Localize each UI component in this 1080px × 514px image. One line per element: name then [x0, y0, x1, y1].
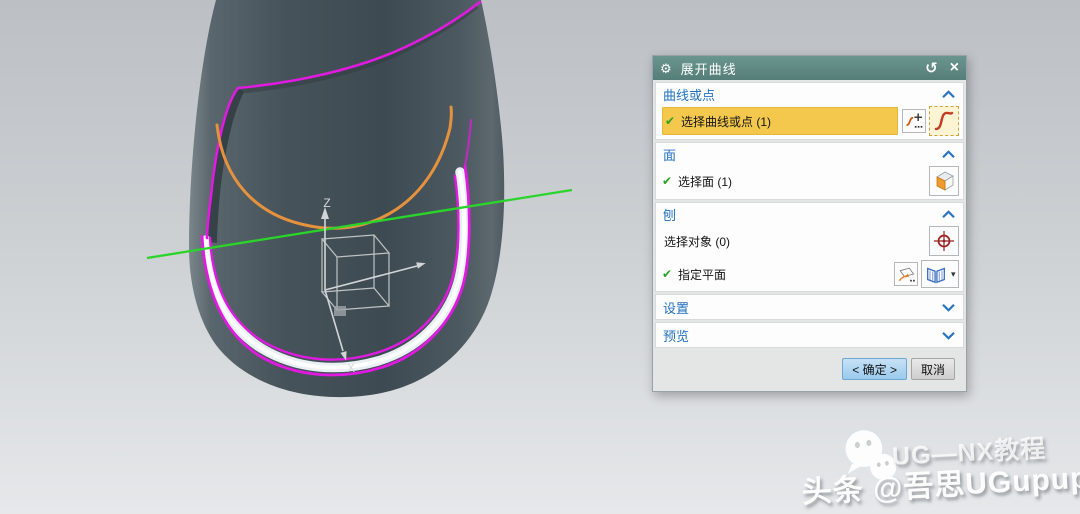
chevron-down-icon[interactable]	[941, 302, 956, 313]
chevron-up-icon[interactable]	[941, 149, 956, 160]
section-header-plane[interactable]: 刨	[656, 203, 963, 225]
section-settings: 设置	[655, 294, 964, 320]
row-label: 指定平面	[678, 267, 727, 282]
row-label: 选择曲线或点 (1)	[681, 114, 772, 129]
dialog-menu-gear-icon[interactable]: ⚙	[660, 62, 672, 75]
check-icon: ✔	[665, 114, 676, 128]
section-title: 曲线或点	[663, 87, 716, 103]
plane-type-dropdown[interactable]: ▾	[921, 260, 959, 288]
chevron-down-icon[interactable]	[941, 330, 956, 341]
row-label: 选择对象 (0)	[664, 234, 731, 249]
chevron-up-icon[interactable]	[941, 209, 956, 220]
check-icon: ✔	[662, 174, 673, 188]
cube-face-icon	[936, 171, 954, 191]
add-new-set-button[interactable]	[902, 109, 926, 133]
dialog-footer: < 确定 > 取消	[655, 353, 964, 389]
row-select-face[interactable]: ✔ 选择面 (1)	[656, 165, 963, 199]
plane-dialog-button[interactable]	[894, 262, 918, 286]
section-face: 面 ✔ 选择面 (1)	[655, 142, 964, 200]
curve-rule-button[interactable]	[929, 106, 959, 136]
section-title: 面	[663, 147, 677, 163]
section-header-face[interactable]: 面	[656, 143, 963, 165]
check-icon: ✔	[662, 267, 673, 281]
section-title: 预览	[663, 328, 690, 344]
dialog-body: 曲线或点 ✔ 选择曲线或点 (1) 面 ✔ 选择面 (1) 刨 选择对象 (0)…	[653, 80, 966, 391]
crosshair-icon	[934, 231, 954, 251]
row-select-curve-or-point[interactable]: ✔ 选择曲线或点 (1)	[656, 105, 963, 139]
row-specify-plane[interactable]: ✔ 指定平面 ▾	[656, 259, 963, 291]
dialog-close-icon[interactable]: ×	[950, 60, 959, 76]
inferred-plane-icon	[927, 267, 945, 284]
axis-label-z: Z	[323, 196, 330, 210]
wcs-origin-handle[interactable]	[334, 306, 346, 316]
section-header-preview[interactable]: 预览	[656, 323, 963, 347]
section-preview: 预览	[655, 322, 964, 348]
point-dialog-button[interactable]	[929, 226, 959, 256]
chevron-up-icon[interactable]	[941, 89, 956, 100]
plane-dialog-icon	[898, 267, 915, 282]
active-selection-field[interactable]: ✔ 选择曲线或点 (1)	[662, 107, 898, 135]
dialog-reset-icon[interactable]: ↺	[925, 61, 938, 76]
unwrap-curve-dialog: ⚙ 展开曲线 ↺ × 曲线或点 ✔ 选择曲线或点 (1) 面 ✔ 选择面 (1)…	[652, 55, 967, 392]
axis-label-x: X	[347, 361, 355, 375]
section-curve-or-point: 曲线或点 ✔ 选择曲线或点 (1)	[655, 82, 964, 140]
section-title: 设置	[663, 300, 690, 316]
row-label: 选择面 (1)	[678, 174, 733, 189]
section-header-curve-or-point[interactable]: 曲线或点	[656, 83, 963, 105]
section-plane: 刨 选择对象 (0) ✔ 指定平面 ▾	[655, 202, 964, 292]
add-curve-icon	[906, 113, 923, 128]
dropdown-caret-icon[interactable]: ▾	[951, 269, 956, 280]
face-rule-button[interactable]	[929, 166, 959, 196]
dialog-title: 展开曲线	[680, 61, 737, 77]
ok-button[interactable]: < 确定 >	[842, 358, 907, 380]
section-header-settings[interactable]: 设置	[656, 295, 963, 319]
section-title: 刨	[663, 207, 677, 223]
cancel-button[interactable]: 取消	[910, 358, 955, 380]
row-select-object[interactable]: 选择对象 (0)	[656, 225, 963, 259]
spline-curve-icon	[934, 111, 954, 131]
nx-application-window: Z X ⚙ 展开曲线 ↺ × 曲线或点 ✔ 选择曲线或点 (1) 面 ✔ 选择面…	[0, 0, 1080, 514]
dialog-title-bar[interactable]: ⚙ 展开曲线 ↺ ×	[653, 56, 966, 80]
